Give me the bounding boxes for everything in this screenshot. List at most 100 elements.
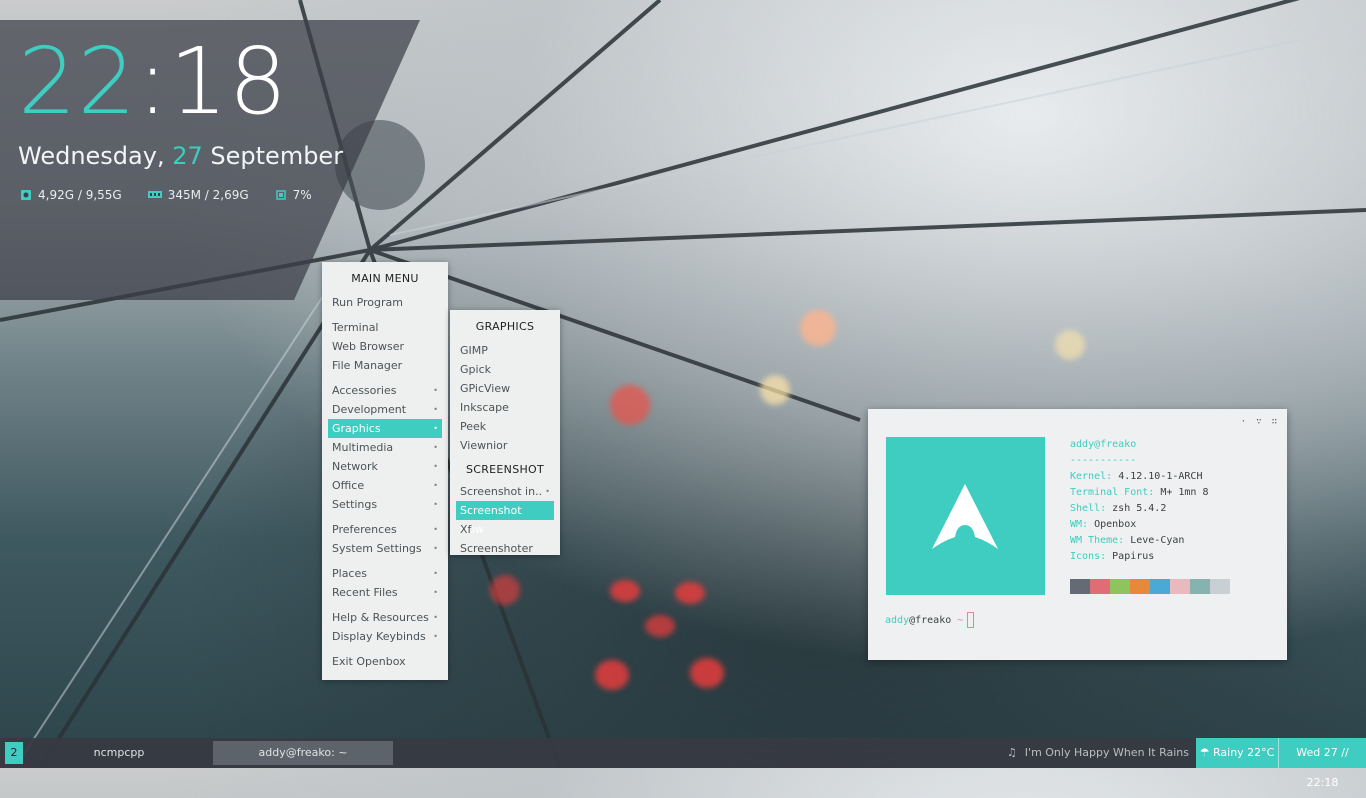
menu-item-display-keybinds[interactable]: Display Keybinds • xyxy=(322,627,448,646)
menu-item-run-program[interactable]: Run Program xyxy=(322,293,448,312)
menu-item-graphics[interactable]: Graphics • xyxy=(328,419,442,438)
menu-item-exit-openbox[interactable]: Exit Openbox xyxy=(322,652,448,671)
menu-item-label: Network xyxy=(332,460,378,473)
menu-item-label: Gpick xyxy=(460,363,491,376)
clock-hour: 22 xyxy=(18,28,138,135)
submenu-arrow-icon: • xyxy=(433,424,438,433)
color-swatch xyxy=(1150,579,1170,594)
menu-item-office[interactable]: Office • xyxy=(322,476,448,495)
menu-item-development[interactable]: Development • xyxy=(322,400,448,419)
clock-day: 27 xyxy=(172,142,203,170)
menu-item-gpick[interactable]: Gpick xyxy=(450,360,560,379)
minimize-button[interactable]: · xyxy=(1241,417,1246,427)
system-stats: 4,92G / 9,55G 345M / 2,69G 7% xyxy=(20,188,312,202)
arch-logo xyxy=(886,437,1045,595)
workspace-indicator[interactable]: 2 xyxy=(5,742,23,764)
menu-item-label: GIMP xyxy=(460,344,488,357)
menu-item-screenshot-in[interactable]: Screenshot in.. • xyxy=(450,482,560,501)
menu-item-label: Help & Resources xyxy=(332,611,429,624)
submenu-arrow-icon: • xyxy=(433,525,438,534)
submenu-arrow-icon: • xyxy=(433,443,438,452)
info-value: M+ 1mn 8 xyxy=(1160,487,1209,498)
terminal-prompt[interactable]: addy@freako ~ xyxy=(885,612,975,628)
menu-item-label: Run Program xyxy=(332,296,404,309)
disk-icon xyxy=(20,189,32,201)
clock-time: 22:18 xyxy=(18,36,288,128)
info-key: Shell: xyxy=(1070,503,1107,514)
menu-item-screenshot-now[interactable]: Screenshot Now xyxy=(456,501,554,536)
menu-item-label: Xf Screenshoter xyxy=(460,523,533,555)
bokeh-light xyxy=(675,582,705,604)
menu-item-peek[interactable]: Peek xyxy=(450,417,560,436)
info-key: Icons: xyxy=(1070,551,1107,562)
umbrella-icon: ☂ xyxy=(1199,746,1213,759)
prompt-dir: ~ xyxy=(957,615,964,626)
menu-item-places[interactable]: Places • xyxy=(322,564,448,583)
terminal-window[interactable]: · ∵ ∷ addy@freako ----------- Kernel: 4.… xyxy=(868,409,1287,660)
color-swatch xyxy=(1090,579,1110,594)
menu-item-web-browser[interactable]: Web Browser xyxy=(322,337,448,356)
menu-item-help-resources[interactable]: Help & Resources • xyxy=(322,608,448,627)
info-key: Terminal Font: xyxy=(1070,487,1155,498)
memory-usage: 345M / 2,69G xyxy=(167,188,249,202)
menu-item-terminal[interactable]: Terminal xyxy=(322,318,448,337)
menu-item-gimp[interactable]: GIMP xyxy=(450,341,560,360)
menu-item-accessories[interactable]: Accessories • xyxy=(322,381,448,400)
prompt-host: @freako xyxy=(909,615,952,626)
info-row: Shell: zsh 5.4.2 xyxy=(1070,501,1209,517)
menu-item-label: Accessories xyxy=(332,384,397,397)
menu-item-multimedia[interactable]: Multimedia • xyxy=(322,438,448,457)
bokeh-light xyxy=(610,580,640,602)
menu-item-label: Recent Files xyxy=(332,586,398,599)
info-value: zsh 5.4.2 xyxy=(1112,503,1167,514)
color-swatch xyxy=(1190,579,1210,594)
prompt-user: addy xyxy=(885,615,910,626)
menu-item-inkscape[interactable]: Inkscape xyxy=(450,398,560,417)
menu-item-settings[interactable]: Settings • xyxy=(322,495,448,514)
color-swatch xyxy=(1070,579,1090,594)
menu-item-network[interactable]: Network • xyxy=(322,457,448,476)
color-swatch xyxy=(1110,579,1130,594)
bokeh-light xyxy=(595,660,629,690)
task-ncmpcpp[interactable]: ncmpcpp xyxy=(30,741,208,765)
info-value: 4.12.10-1-ARCH xyxy=(1118,471,1203,482)
close-button[interactable]: ∷ xyxy=(1272,417,1277,427)
menu-item-gpicview[interactable]: GPicView xyxy=(450,379,560,398)
info-row: Terminal Font: M+ 1mn 8 xyxy=(1070,485,1209,501)
submenu-arrow-icon: • xyxy=(433,588,438,597)
menu-item-viewnior[interactable]: Viewnior xyxy=(450,436,560,455)
maximize-button[interactable]: ∵ xyxy=(1256,417,1261,427)
bokeh-light xyxy=(690,658,724,688)
disk-usage: 4,92G / 9,55G xyxy=(38,188,122,202)
menu-item-xf-screenshoter[interactable]: Xf Screenshoter xyxy=(450,520,560,555)
bokeh-light xyxy=(760,375,790,405)
info-value: Leve-Cyan xyxy=(1130,535,1185,546)
memory-stat: 345M / 2,69G xyxy=(147,188,249,202)
now-playing[interactable]: ♫ I'm Only Happy When It Rains xyxy=(1007,738,1189,768)
weather-widget[interactable]: ☂ Rainy 22°C xyxy=(1196,738,1278,768)
menu-item-recent-files[interactable]: Recent Files • xyxy=(322,583,448,602)
color-palette xyxy=(1070,579,1230,594)
menu-item-label: Terminal xyxy=(332,321,379,334)
menu-item-label: Multimedia xyxy=(332,441,394,454)
task-terminal[interactable]: addy@freako: ~ xyxy=(213,741,393,765)
cpu-icon xyxy=(275,189,287,201)
menu-item-file-manager[interactable]: File Manager xyxy=(322,356,448,375)
menu-item-label: Web Browser xyxy=(332,340,405,353)
taskbar-clock[interactable]: Wed 27 // 22:18 xyxy=(1278,738,1366,789)
menu-item-label: System Settings xyxy=(332,542,422,555)
graphics-menu-title: GRAPHICS xyxy=(475,320,535,333)
info-user-host: addy@freako xyxy=(1070,439,1137,450)
menu-item-label: Exit Openbox xyxy=(332,655,406,668)
submenu-arrow-icon: • xyxy=(545,487,550,496)
menu-item-label: Viewnior xyxy=(460,439,508,452)
menu-item-preferences[interactable]: Preferences • xyxy=(322,520,448,539)
info-key: WM: xyxy=(1070,519,1089,530)
bokeh-light xyxy=(800,310,836,346)
menu-item-system-settings[interactable]: System Settings • xyxy=(322,539,448,558)
menu-item-label: Display Keybinds xyxy=(332,630,426,643)
submenu-arrow-icon: • xyxy=(433,481,438,490)
taskbar: 2 ncmpcpp addy@freako: ~ ♫ I'm Only Happy… xyxy=(0,738,1366,789)
arch-logo-icon xyxy=(932,484,998,549)
info-row: WM: Openbox xyxy=(1070,517,1209,533)
